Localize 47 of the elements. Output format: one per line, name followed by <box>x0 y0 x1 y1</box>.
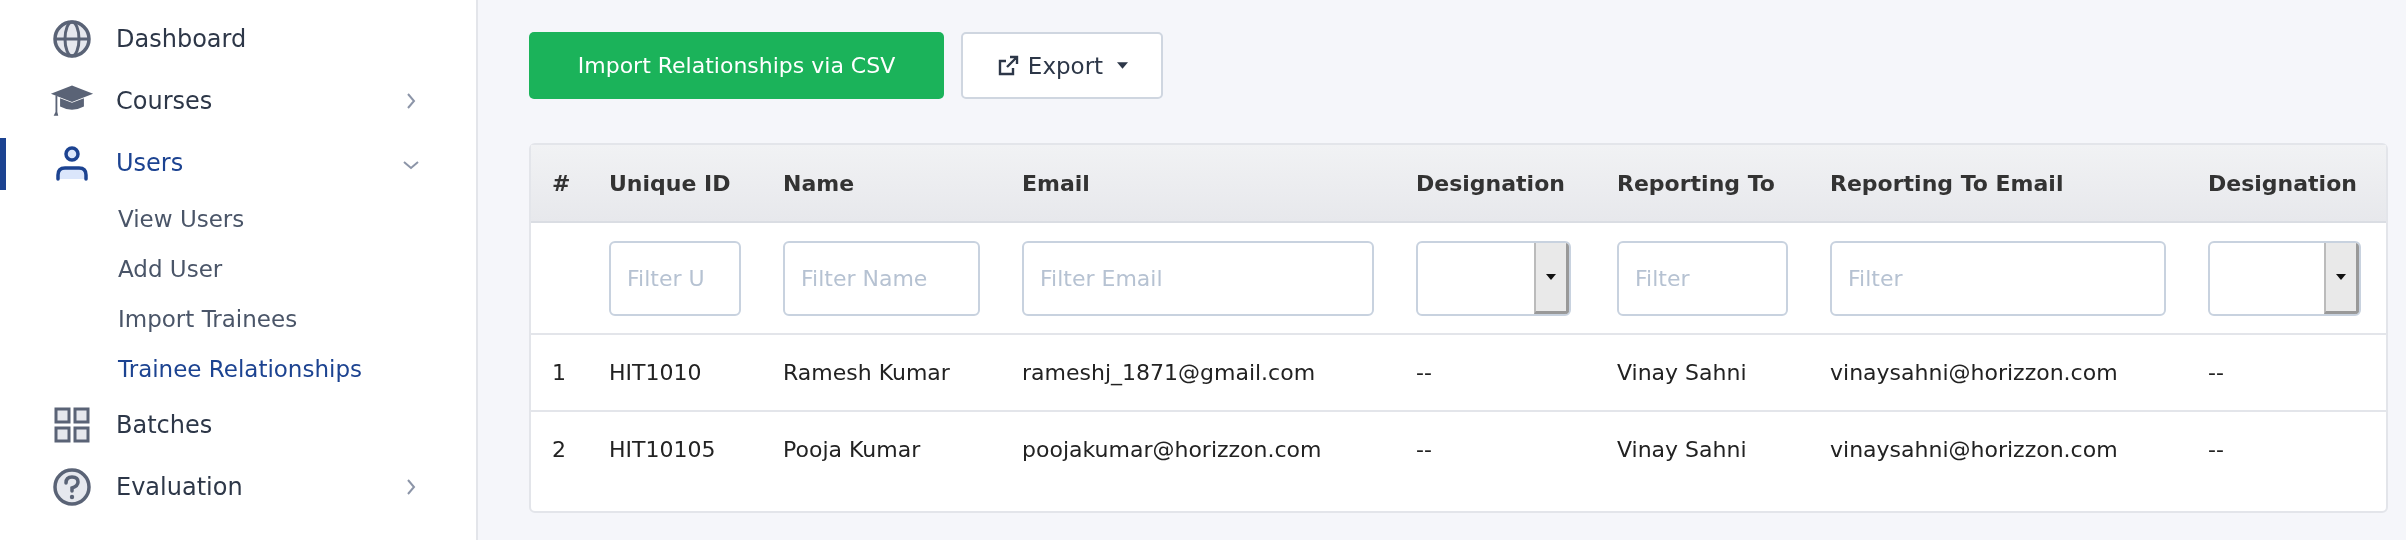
help-icon <box>50 467 94 507</box>
column-header: # <box>552 170 571 196</box>
nav-item[interactable]: Batches <box>0 394 476 456</box>
caret-icon <box>1117 62 1129 69</box>
table-cell: -- <box>2208 360 2224 385</box>
column-header: Unique ID <box>609 170 731 196</box>
submenu-item[interactable]: Import Trainees <box>118 294 298 344</box>
column-header: Reporting To Email <box>1830 170 2064 196</box>
table-cell: HIT1010 <box>609 360 702 385</box>
submenu-item[interactable]: Add User <box>118 244 223 294</box>
table-cell: HIT10105 <box>609 437 716 462</box>
submenu-item[interactable]: View Users <box>118 194 245 244</box>
nav-item[interactable]: Dashboard <box>0 8 476 70</box>
table-cell: -- <box>1416 360 1432 385</box>
caret-icon <box>1546 273 1556 280</box>
nav-item[interactable]: Courses <box>0 70 476 132</box>
column-header: Email <box>1022 170 1090 196</box>
filter-field[interactable]: Filter Email <box>1022 240 1374 316</box>
table-cell: Vinay Sahni <box>1617 360 1747 385</box>
table-cell: poojakumar@horizzon.com <box>1022 437 1322 462</box>
active-indicator <box>0 138 6 190</box>
table-cell: Vinay Sahni <box>1617 437 1747 462</box>
table-cell: rameshj_1871@gmail.com <box>1022 360 1316 385</box>
column-header: Designation <box>2208 170 2357 196</box>
table-cell: Pooja Kumar <box>783 437 921 462</box>
submenu-item[interactable]: Trainee Relationships <box>118 344 362 394</box>
globe-icon <box>50 19 94 59</box>
column-header: Designation <box>1416 170 1565 196</box>
table-cell: Ramesh Kumar <box>783 360 950 385</box>
select-field[interactable] <box>2208 240 2361 316</box>
table-cell: 1 <box>552 360 566 385</box>
nav-item[interactable]: Evaluation <box>0 456 476 518</box>
column-header: Reporting To <box>1617 170 1775 196</box>
nav-item[interactable]: Users <box>0 132 476 194</box>
filter-field[interactable]: Filter <box>1830 240 2166 316</box>
export-button[interactable]: Export <box>961 32 1163 99</box>
column-header: Name <box>783 170 855 196</box>
table-cell: 2 <box>552 437 566 462</box>
select-field[interactable] <box>1416 240 1571 316</box>
filter-field[interactable]: Filter U <box>609 240 741 316</box>
filter-field[interactable]: Filter <box>1617 240 1788 316</box>
table-cell: -- <box>2208 437 2224 462</box>
filter-field[interactable]: Filter Name <box>783 240 980 316</box>
table-cell: vinaysahni@horizzon.com <box>1830 437 2118 462</box>
table-cell: -- <box>1416 437 1432 462</box>
caret-icon <box>2336 273 2346 280</box>
table-cell: vinaysahni@horizzon.com <box>1830 360 2118 385</box>
